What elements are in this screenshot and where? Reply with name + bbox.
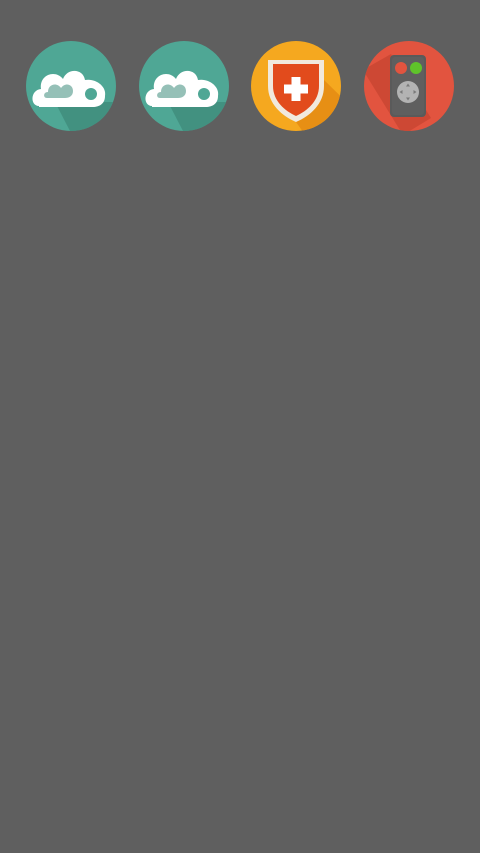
- cloud-heart-icon: [139, 41, 229, 131]
- app-icon-cloud-1[interactable]: [25, 40, 117, 132]
- app-icon-shield[interactable]: [250, 40, 342, 132]
- cloud-heart-icon: [26, 41, 116, 131]
- app-icon-remote[interactable]: [363, 40, 455, 132]
- shield-plus-icon: [251, 41, 341, 131]
- app-icon-row: [0, 40, 480, 132]
- home-screen: [0, 0, 480, 853]
- app-icon-cloud-2[interactable]: [138, 40, 230, 132]
- remote-control-icon: [364, 41, 454, 131]
